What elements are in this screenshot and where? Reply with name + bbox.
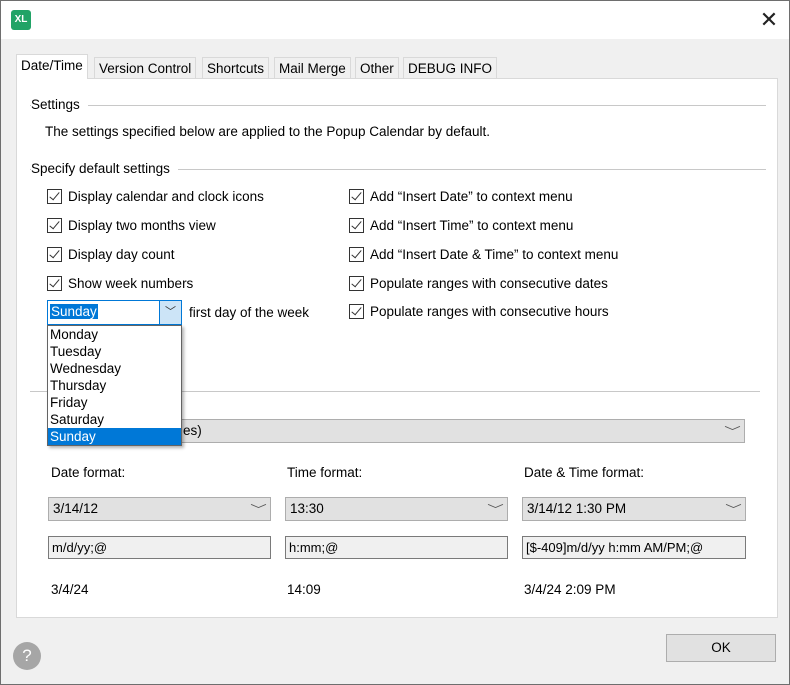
checkbox-calendar-icons[interactable]: Display calendar and clock icons bbox=[47, 189, 264, 204]
checkbox-checked-icon bbox=[349, 247, 364, 262]
tab-other[interactable]: Other bbox=[355, 57, 399, 79]
option-friday[interactable]: Friday bbox=[48, 394, 181, 411]
option-tuesday[interactable]: Tuesday bbox=[48, 343, 181, 360]
checkbox-label: Add “Insert Date” to context menu bbox=[370, 189, 573, 204]
checkbox-label: Display day count bbox=[68, 247, 175, 262]
combo-value: 3/14/12 1:30 PM bbox=[527, 501, 627, 516]
checkbox-label: Display two months view bbox=[68, 218, 216, 233]
checkbox-checked-icon bbox=[349, 304, 364, 319]
chevron-down-icon: ﹀ bbox=[487, 504, 504, 516]
help-icon[interactable]: ? bbox=[13, 642, 41, 670]
combo-value: 3/14/12 bbox=[53, 501, 99, 516]
chevron-down-icon: ﹀ bbox=[725, 504, 742, 516]
defaults-header: Specify default settings bbox=[31, 161, 178, 176]
datetime-format-label: Date & Time format: bbox=[524, 465, 645, 480]
date-format-label: Date format: bbox=[51, 465, 126, 480]
title-bar: XL ✕ bbox=[1, 1, 789, 39]
checkbox-checked-icon bbox=[47, 276, 62, 291]
option-wednesday[interactable]: Wednesday bbox=[48, 360, 181, 377]
checkbox-label: Populate ranges with consecutive dates bbox=[370, 276, 608, 291]
settings-description: The settings specified below are applied… bbox=[45, 124, 491, 139]
locale-value: es) bbox=[183, 423, 202, 438]
checkbox-consecutive-dates[interactable]: Populate ranges with consecutive dates bbox=[349, 276, 608, 291]
checkbox-week-numbers[interactable]: Show week numbers bbox=[47, 276, 193, 291]
time-preview: 14:09 bbox=[287, 582, 321, 597]
option-saturday[interactable]: Saturday bbox=[48, 411, 181, 428]
datetime-format-code-input[interactable]: [$-409]m/d/yy h:mm AM/PM;@ bbox=[522, 536, 746, 559]
checkbox-insert-date-time[interactable]: Add “Insert Date & Time” to context menu bbox=[349, 247, 618, 262]
datetime-preview: 3/4/24 2:09 PM bbox=[524, 582, 616, 597]
tab-debug-info[interactable]: DEBUG INFO bbox=[403, 57, 498, 79]
option-thursday[interactable]: Thursday bbox=[48, 377, 181, 394]
option-monday[interactable]: Monday bbox=[48, 326, 181, 343]
checkbox-label: Populate ranges with consecutive hours bbox=[370, 304, 609, 319]
tab-version-control[interactable]: Version Control bbox=[94, 57, 197, 79]
checkbox-label: Add “Insert Time” to context menu bbox=[370, 218, 574, 233]
checkbox-insert-time[interactable]: Add “Insert Time” to context menu bbox=[349, 218, 573, 233]
tab-date-time[interactable]: Date/Time bbox=[16, 54, 88, 79]
chevron-down-icon[interactable]: ﹀ bbox=[159, 301, 181, 324]
checkbox-checked-icon bbox=[349, 189, 364, 204]
combo-value: 13:30 bbox=[290, 501, 324, 516]
checkbox-day-count[interactable]: Display day count bbox=[47, 247, 175, 262]
checkbox-two-months[interactable]: Display two months view bbox=[47, 218, 216, 233]
time-format-code-input[interactable]: h:mm;@ bbox=[285, 536, 508, 559]
tab-mail-merge[interactable]: Mail Merge bbox=[274, 57, 351, 79]
chevron-down-icon: ﹀ bbox=[724, 426, 741, 438]
tab-shortcuts[interactable]: Shortcuts bbox=[202, 57, 270, 79]
first-day-combobox[interactable]: Sunday ﹀ bbox=[47, 300, 182, 325]
time-format-combobox[interactable]: 13:30 ﹀ bbox=[285, 497, 508, 521]
checkbox-consecutive-hours[interactable]: Populate ranges with consecutive hours bbox=[349, 304, 609, 319]
time-format-label: Time format: bbox=[287, 465, 363, 480]
checkbox-checked-icon bbox=[47, 189, 62, 204]
app-logo-icon: XL bbox=[11, 10, 31, 30]
checkbox-label: Add “Insert Date & Time” to context menu bbox=[370, 247, 619, 262]
first-day-value: Sunday bbox=[50, 304, 98, 319]
date-format-combobox[interactable]: 3/14/12 ﹀ bbox=[48, 497, 271, 521]
date-format-code-input[interactable]: m/d/yy;@ bbox=[48, 536, 271, 559]
settings-header: Settings bbox=[31, 97, 88, 112]
checkbox-checked-icon bbox=[349, 276, 364, 291]
datetime-format-combobox[interactable]: 3/14/12 1:30 PM ﹀ bbox=[522, 497, 746, 521]
checkbox-checked-icon bbox=[47, 218, 62, 233]
checkbox-label: Show week numbers bbox=[68, 276, 194, 291]
date-preview: 3/4/24 bbox=[51, 582, 89, 597]
first-day-dropdown-list: Monday Tuesday Wednesday Thursday Friday… bbox=[47, 325, 182, 446]
option-sunday[interactable]: Sunday bbox=[48, 428, 181, 445]
checkbox-insert-date[interactable]: Add “Insert Date” to context menu bbox=[349, 189, 573, 204]
checkbox-label: Display calendar and clock icons bbox=[68, 189, 264, 204]
chevron-down-icon: ﹀ bbox=[250, 504, 267, 516]
checkbox-checked-icon bbox=[349, 218, 364, 233]
first-day-label: first day of the week bbox=[189, 305, 310, 320]
close-button[interactable]: ✕ bbox=[756, 7, 782, 33]
ok-button[interactable]: OK bbox=[666, 634, 776, 662]
checkbox-checked-icon bbox=[47, 247, 62, 262]
